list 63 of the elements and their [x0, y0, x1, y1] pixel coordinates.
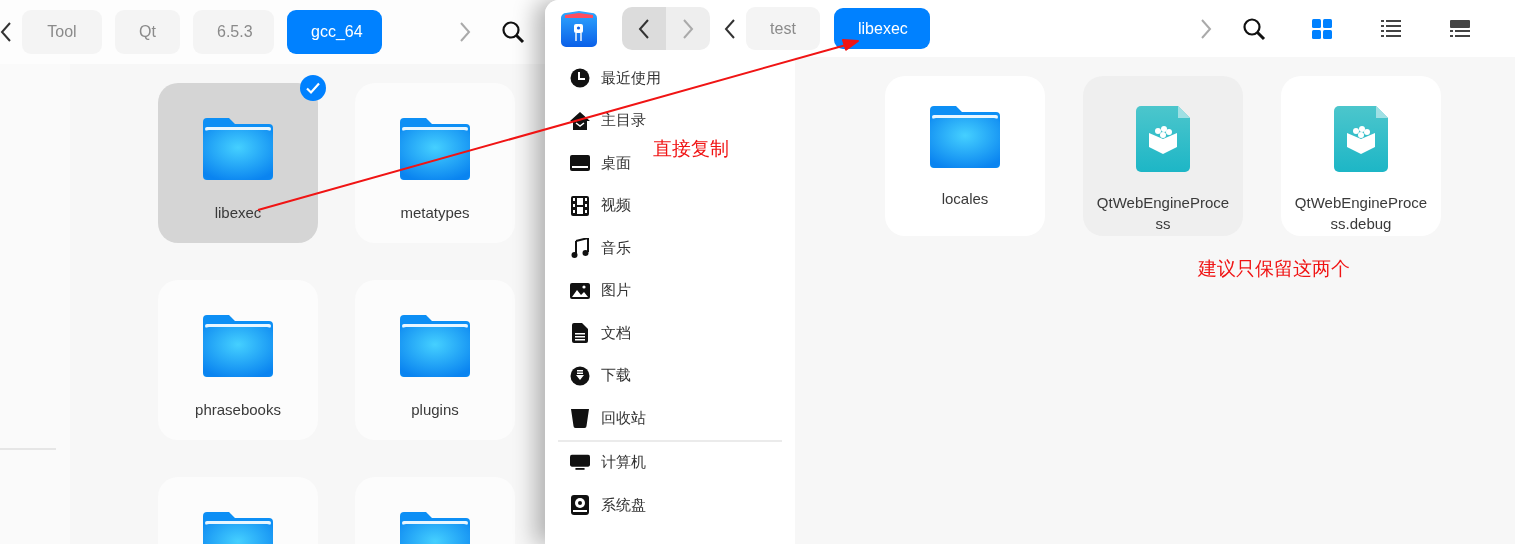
- folder-icon: [400, 118, 470, 180]
- sidebar-label: 计算机: [601, 453, 646, 473]
- file-name: phrasebooks: [194, 400, 282, 420]
- sidebar-item[interactable]: 音乐: [545, 227, 637, 270]
- sidebar-item[interactable]: 视频: [545, 184, 637, 227]
- file-tile[interactable]: QtWebEngineProcess: [1083, 76, 1243, 236]
- annotation-text: 建议只保留这两个: [1198, 257, 1350, 281]
- file-name: locales: [940, 189, 990, 209]
- sidebar-item[interactable]: 系统盘: [545, 484, 652, 527]
- sidebar-label: 系统盘: [601, 495, 646, 515]
- sidebar-label: 回收站: [601, 408, 646, 428]
- folder-icon: [203, 315, 273, 377]
- folder-tile[interactable]: metatypes: [355, 83, 515, 243]
- sidebar-label: 文档: [601, 323, 631, 343]
- trash-icon: [571, 408, 589, 429]
- breadcrumb-back-icon[interactable]: [724, 17, 736, 40]
- folder-tile[interactable]: locales: [885, 76, 1045, 236]
- file-name: plugins: [410, 400, 460, 420]
- executable-file-icon: [1334, 106, 1388, 172]
- sidebar-label: 视频: [601, 196, 631, 216]
- sidebar-label: 桌面: [601, 153, 631, 173]
- document-icon: [572, 323, 588, 344]
- app-icon: [560, 9, 598, 48]
- sidebar-item[interactable]: 下载: [545, 354, 637, 397]
- sidebar-label: 最近使用: [601, 68, 661, 88]
- folder-tile[interactable]: phrasebooks: [158, 280, 318, 440]
- annotation-text: 直接复制: [653, 137, 729, 161]
- monitor-icon: [570, 453, 590, 472]
- desktop-icon: [570, 154, 590, 173]
- sidebar-item[interactable]: 回收站: [545, 397, 652, 440]
- download-icon: [570, 365, 590, 386]
- folder-icon: [930, 106, 1000, 168]
- sidebar-item[interactable]: 最近使用: [545, 57, 667, 100]
- search-icon[interactable]: [1242, 16, 1266, 41]
- folder-icon: [400, 315, 470, 377]
- sidebar-item[interactable]: 文档: [545, 312, 637, 355]
- breadcrumb-tab[interactable]: gcc_64: [287, 10, 382, 54]
- folder-icon: [203, 118, 273, 180]
- film-icon: [571, 195, 589, 216]
- sidebar-label: 图片: [601, 281, 631, 301]
- file-tile[interactable]: QtWebEngineProcess.debug: [1281, 76, 1441, 236]
- preview-view-icon[interactable]: [1450, 19, 1470, 38]
- file-name: QtWebEngineProcess: [1095, 193, 1231, 234]
- sidebar-item[interactable]: 计算机: [545, 441, 652, 484]
- sidebar-label: 主目录: [601, 111, 646, 131]
- image-icon: [570, 282, 590, 299]
- clock-icon: [570, 68, 590, 89]
- executable-file-icon: [1136, 106, 1190, 172]
- back-button[interactable]: [622, 7, 666, 50]
- music-note-icon: [571, 238, 589, 259]
- file-name: metatypes: [399, 203, 471, 223]
- list-view-icon[interactable]: [1381, 19, 1401, 38]
- breadcrumb-tab[interactable]: libexec: [834, 8, 930, 49]
- file-name: libexec: [213, 203, 263, 223]
- folder-tile[interactable]: plugins: [355, 280, 515, 440]
- icon-view-icon[interactable]: [1312, 18, 1332, 39]
- sidebar-item[interactable]: 桌面: [545, 142, 637, 185]
- sidebar-label: 音乐: [601, 238, 631, 258]
- file-name: QtWebEngineProcess.debug: [1293, 193, 1429, 234]
- folder-tile[interactable]: libexec: [158, 83, 318, 243]
- sidebar-label: 下载: [601, 366, 631, 386]
- sidebar-item[interactable]: 图片: [545, 269, 637, 312]
- search-icon[interactable]: [501, 20, 525, 44]
